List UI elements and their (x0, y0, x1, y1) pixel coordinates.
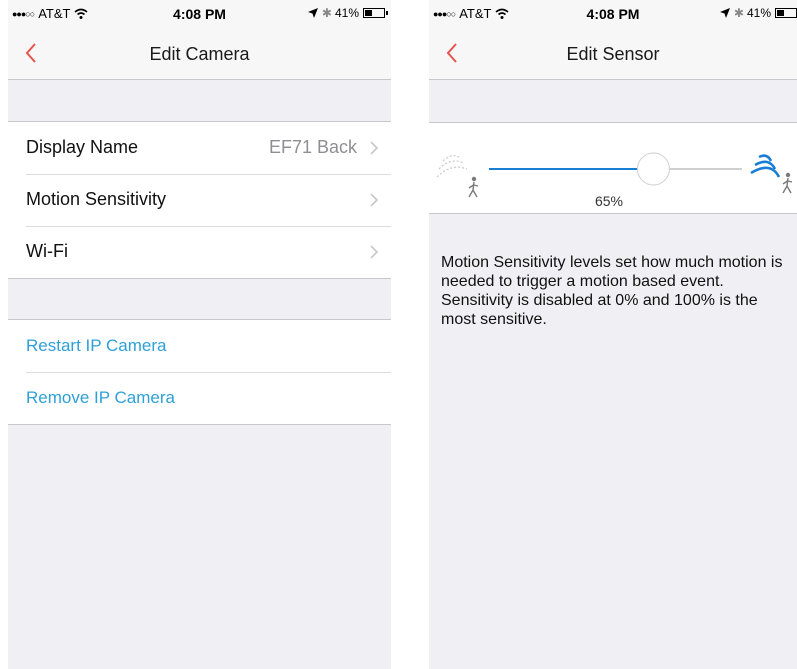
nav-bar: Edit Camera (8, 28, 391, 80)
bluetooth-icon: ✱ (733, 6, 744, 20)
high-sensitivity-icon (750, 154, 793, 194)
bluetooth-icon: ✱ (321, 6, 332, 20)
edit-camera-screen: ●●●○○ AT&T 4:08 PM ✱ 41% Edit Camera Dis… (8, 0, 391, 669)
sensitivity-slider-panel: 65% (429, 122, 797, 214)
remove-camera-label: Remove IP Camera (26, 388, 175, 407)
low-sensitivity-icon (436, 155, 479, 198)
remove-camera-button[interactable]: Remove IP Camera (8, 372, 391, 424)
nav-bar: Edit Sensor (429, 28, 797, 80)
location-arrow-icon (307, 8, 318, 18)
settings-list: Display Name EF71 Back Motion Sensitivit… (8, 121, 391, 279)
location-arrow-icon (719, 8, 730, 18)
restart-camera-label: Restart IP Camera (26, 336, 167, 355)
row-label: Wi-Fi (26, 241, 68, 261)
actions-list: Restart IP Camera Remove IP Camera (8, 319, 391, 425)
status-bar: ●●●○○ AT&T 4:08 PM ✱ 41% (8, 0, 391, 28)
sensitivity-description: Motion Sensitivity levels set how much m… (441, 254, 783, 328)
chevron-right-icon (370, 193, 379, 207)
slider-thumb[interactable] (636, 152, 670, 186)
chevron-right-icon (370, 141, 379, 155)
battery-icon (775, 8, 797, 18)
page-title: Edit Sensor (566, 44, 660, 64)
battery-percent: 41% (746, 6, 771, 20)
edit-sensor-screen: ●●●○○ AT&T 4:08 PM ✱ 41% Edit Sensor 65%… (429, 0, 797, 669)
row-label: Motion Sensitivity (26, 189, 167, 209)
display-name-row[interactable]: Display Name EF71 Back (8, 122, 391, 174)
motion-sensitivity-row[interactable]: Motion Sensitivity (8, 174, 391, 226)
row-label: Display Name (26, 137, 139, 157)
battery-percent: 41% (334, 6, 359, 20)
battery-icon (363, 8, 388, 18)
sensitivity-value: 65% (594, 193, 624, 209)
restart-camera-button[interactable]: Restart IP Camera (8, 320, 391, 372)
page-title: Edit Camera (149, 44, 250, 64)
display-name-value: EF71 Back (268, 137, 357, 157)
status-bar: ●●●○○ AT&T 4:08 PM ✱ 41% (429, 0, 797, 28)
chevron-right-icon (370, 245, 379, 259)
wifi-row[interactable]: Wi-Fi (8, 226, 391, 278)
